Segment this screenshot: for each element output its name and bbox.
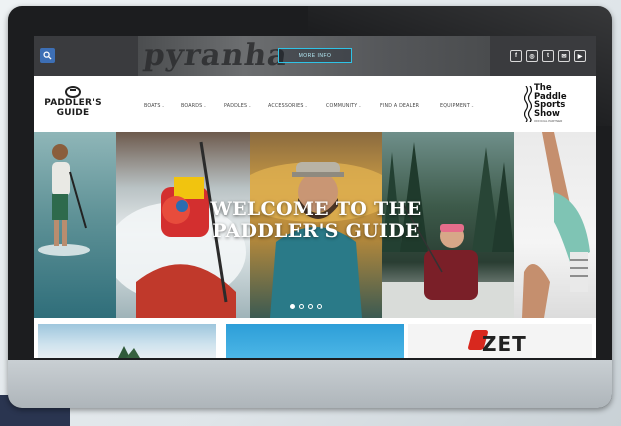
slider-dots [290, 304, 350, 312]
nav-item-paddles[interactable]: PADDLES⌄ [224, 103, 251, 109]
hero-slider[interactable]: WELCOME TO THE PADDLER'S GUIDE [34, 132, 596, 318]
youtube-icon[interactable]: ▶ [574, 50, 586, 62]
nav-item-find-a-dealer[interactable]: FIND A DEALER [380, 103, 419, 109]
logo-line-2: GUIDE [56, 108, 90, 118]
monitor-chin [8, 360, 612, 408]
nav-item-boats[interactable]: BOATS⌄ [144, 103, 165, 109]
show-logo-subtitle: OFFICIAL PARTNER [534, 119, 563, 123]
article-thumb-2[interactable] [226, 324, 404, 358]
top-bar: pyranha MORE INFO f ◎ t ✉ ▶ [34, 36, 596, 76]
slider-dot-3[interactable] [308, 304, 313, 309]
slider-dot-1[interactable] [290, 304, 295, 309]
banner-more-info-button[interactable]: MORE INFO [278, 48, 352, 63]
chevron-down-icon: ⌄ [248, 103, 252, 108]
hero-image-yoga [514, 132, 596, 318]
paddle-sports-show-logo[interactable]: The Paddle Sports Show OFFICIAL PARTNER [524, 84, 576, 126]
nav-item-accessories[interactable]: ACCESSORIES⌄ [268, 103, 308, 109]
logo-mark-icon [65, 86, 81, 98]
paddlers-guide-logo[interactable]: PADDLER'S GUIDE [40, 86, 106, 126]
chevron-down-icon: ⌄ [470, 103, 475, 108]
facebook-icon[interactable]: f [510, 50, 522, 62]
show-logo-text: The Paddle Sports Show [534, 83, 567, 119]
chevron-down-icon: ⌄ [161, 103, 165, 108]
search-button[interactable] [40, 48, 55, 63]
instagram-icon[interactable]: ◎ [526, 50, 538, 62]
hero-title: WELCOME TO THE PADDLER'S GUIDE [210, 198, 422, 242]
nav-item-boards[interactable]: BOARDS⌄ [181, 103, 207, 109]
main-navigation: PADDLER'S GUIDE BOATS⌄ BOARDS⌄ PADDLES⌄ … [34, 76, 596, 132]
chevron-down-icon: ⌄ [203, 103, 207, 108]
email-icon[interactable]: ✉ [558, 50, 570, 62]
chevron-down-icon: ⌄ [358, 103, 362, 108]
advert-banner[interactable]: pyranha MORE INFO [138, 36, 490, 76]
zet-logo-text: ZET [482, 332, 527, 356]
waves-icon [524, 86, 532, 122]
search-icon [43, 51, 52, 60]
website-screen: pyranha MORE INFO f ◎ t ✉ ▶ PADDLER'S GU… [34, 36, 596, 358]
article-thumb-3[interactable]: ZET [408, 324, 592, 358]
slider-dot-4[interactable] [317, 304, 322, 309]
hero-image-paddleboarder [34, 132, 116, 318]
logo-line-1: PADDLER'S [44, 98, 102, 108]
nav-item-community[interactable]: COMMUNITY⌄ [326, 103, 362, 109]
twitter-icon[interactable]: t [542, 50, 554, 62]
nav-item-equipment[interactable]: EQUIPMENT⌄ [440, 103, 474, 109]
slider-dot-2[interactable] [299, 304, 304, 309]
article-thumb-1[interactable] [38, 324, 216, 358]
chevron-down-icon: ⌄ [304, 103, 308, 108]
banner-brand: pyranha [141, 38, 291, 73]
